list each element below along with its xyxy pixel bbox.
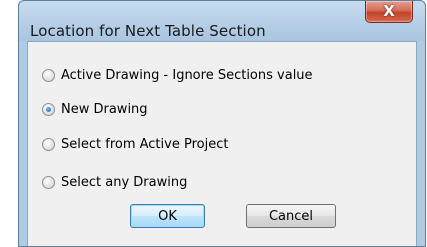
radio-new-drawing[interactable] <box>42 102 55 116</box>
cancel-button[interactable]: Cancel <box>246 204 336 228</box>
ok-button[interactable]: OK <box>130 204 205 228</box>
option-active-drawing[interactable]: Active Drawing - Ignore Sections value <box>42 66 313 84</box>
dialog-body: Active Drawing - Ignore Sections value N… <box>27 41 417 246</box>
close-button[interactable]: X <box>365 1 413 23</box>
option-label: Select any Drawing <box>61 174 188 190</box>
title-bar[interactable]: Location for Next Table Section X <box>19 1 425 41</box>
close-icon: X <box>383 2 395 20</box>
option-label: New Drawing <box>61 101 148 117</box>
option-label: Active Drawing - Ignore Sections value <box>61 67 313 83</box>
option-select-from-project[interactable]: Select from Active Project <box>42 135 228 153</box>
dialog-title: Location for Next Table Section <box>30 22 266 40</box>
radio-active-drawing[interactable] <box>42 68 55 82</box>
radio-select-any-drawing[interactable] <box>42 175 55 189</box>
option-new-drawing[interactable]: New Drawing <box>42 100 148 118</box>
option-label: Select from Active Project <box>61 136 229 152</box>
dialog-window: Location for Next Table Section X Active… <box>18 0 426 247</box>
radio-select-from-project[interactable] <box>42 137 55 151</box>
option-select-any-drawing[interactable]: Select any Drawing <box>42 173 187 191</box>
